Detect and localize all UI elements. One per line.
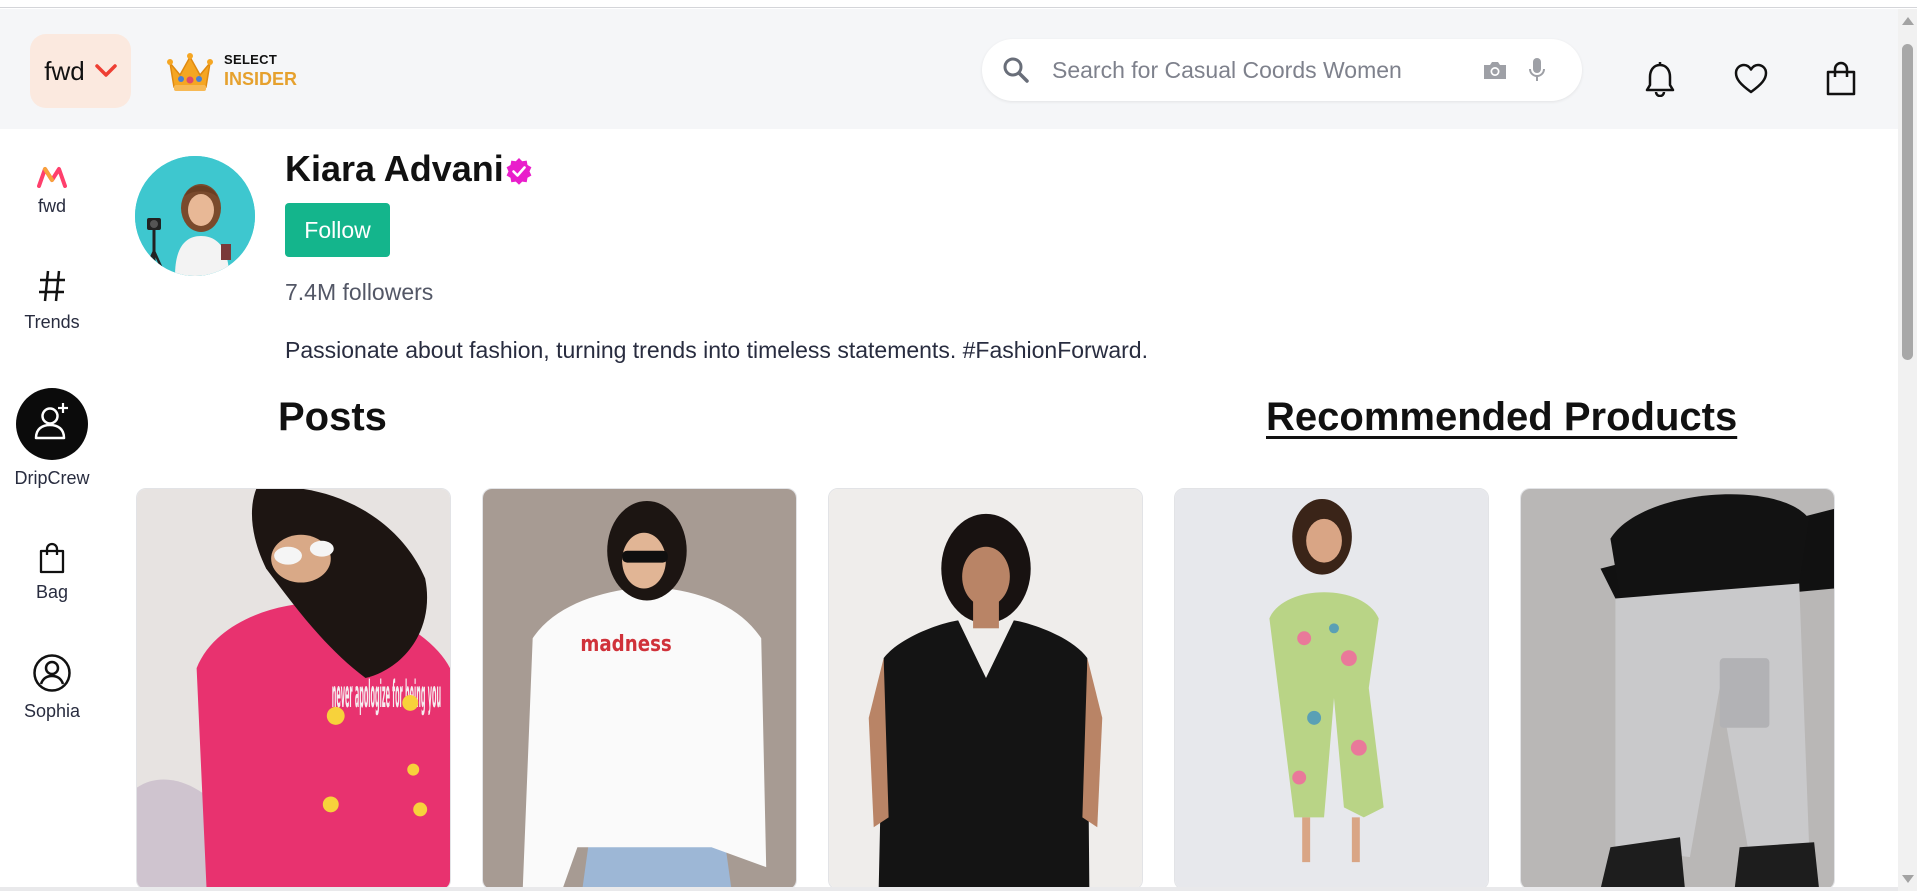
notification-bell-icon[interactable] xyxy=(1643,61,1677,97)
fwd-label: fwd xyxy=(44,55,85,86)
product-image-floral-dress xyxy=(1175,489,1488,889)
microphone-icon[interactable] xyxy=(1528,57,1546,83)
follow-button[interactable]: Follow xyxy=(285,203,390,257)
insider-link[interactable]: SELECT INSIDER xyxy=(166,49,297,93)
scrollbar-thumb[interactable] xyxy=(1902,44,1913,360)
product-card[interactable]: madness xyxy=(482,488,797,890)
product-card[interactable] xyxy=(1520,488,1835,890)
sidebar-item-label: Trends xyxy=(24,312,80,332)
chevron-down-icon xyxy=(94,64,117,77)
sidebar-item-label: fwd xyxy=(37,196,66,216)
insider-label: INSIDER xyxy=(224,69,298,89)
scroll-down-arrow-icon[interactable] xyxy=(1902,875,1914,883)
page-bottom-edge xyxy=(0,887,1898,891)
sidebar-item-label: DripCrew xyxy=(14,468,90,488)
product-image-white-tshirt: madness xyxy=(483,489,796,889)
product-card[interactable] xyxy=(828,488,1143,890)
sidebar-item-label: Bag xyxy=(35,582,69,602)
product-card[interactable] xyxy=(1174,488,1489,890)
sidebar-item-trends[interactable]: Trends xyxy=(0,268,104,333)
tab-posts[interactable]: Posts xyxy=(278,395,387,440)
crown-icon xyxy=(167,53,213,91)
verified-badge-icon xyxy=(506,158,532,185)
scroll-up-arrow-icon[interactable] xyxy=(1902,17,1914,25)
sidebar-item-bag[interactable]: Bag xyxy=(0,542,104,603)
camera-search-icon[interactable] xyxy=(1482,59,1508,81)
search-icon xyxy=(1003,57,1029,83)
hashtag-icon xyxy=(39,270,65,302)
followers-count: 7.4M followers xyxy=(285,279,434,305)
insider-select-label: SELECT xyxy=(224,52,278,67)
sidebar-item-dripcrew[interactable]: DripCrew xyxy=(0,388,104,489)
sidebar-item-sophia[interactable]: Sophia xyxy=(0,653,104,722)
browser-top-edge xyxy=(0,0,1917,8)
search-bar xyxy=(982,39,1582,101)
search-input[interactable] xyxy=(1052,56,1472,84)
wishlist-heart-icon[interactable] xyxy=(1734,61,1768,97)
tab-recommended-products[interactable]: Recommended Products xyxy=(1266,395,1737,440)
profile-avatar xyxy=(135,156,255,276)
add-user-icon xyxy=(16,388,88,460)
vertical-scrollbar[interactable] xyxy=(1898,9,1917,891)
user-profile-icon xyxy=(33,654,71,692)
profile-bio: Passionate about fashion, turning trends… xyxy=(285,337,1148,363)
tshirt-print-text: never apologize for being you xyxy=(332,672,441,716)
sidebar-item-fwd[interactable]: fwd xyxy=(0,166,104,217)
product-image-grey-cargo-pants xyxy=(1521,489,1834,889)
myntra-logo-icon xyxy=(37,167,67,188)
top-header: fwd SELECT INSIDER xyxy=(0,9,1898,129)
tshirt-print-text: madness xyxy=(580,632,671,657)
fwd-switcher-button[interactable]: fwd xyxy=(30,34,131,108)
shopping-bag-icon[interactable] xyxy=(1824,61,1858,97)
product-card[interactable]: never apologize for being you xyxy=(136,488,451,890)
bag-icon xyxy=(39,542,65,574)
profile-name: Kiara Advani xyxy=(285,148,504,189)
product-image-pink-tshirt: never apologize for being you xyxy=(137,489,450,889)
sidebar-item-label: Sophia xyxy=(23,701,81,721)
product-image-black-tshirt xyxy=(829,489,1142,889)
